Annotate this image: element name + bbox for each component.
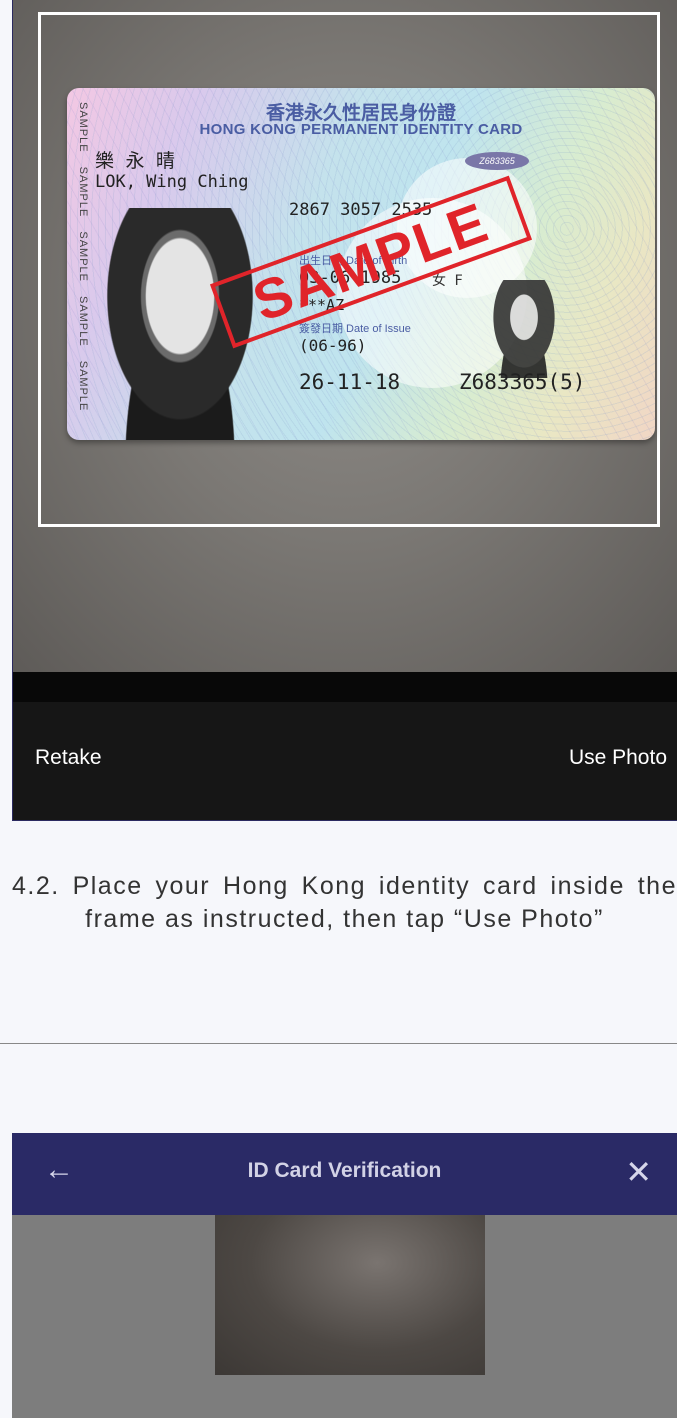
instruction-text: 4.2. Place your Hong Kong identity card … [12, 872, 677, 933]
camera-preview-box [215, 1215, 485, 1375]
camera-preview: 香港永久性居民身份證 HONG KONG PERMANENT IDENTITY … [13, 0, 677, 672]
verification-screenshot: ← ID Card Verification ✕ [12, 1133, 677, 1418]
holder-ghost-photo [487, 280, 561, 378]
photo-confirm-screenshot: 香港永久性居民身份證 HONG KONG PERMANENT IDENTITY … [12, 0, 677, 821]
section-divider [0, 1043, 677, 1044]
page-title: ID Card Verification [247, 1159, 442, 1182]
holder-name-chinese: 樂 永 晴 [95, 150, 175, 172]
photo-action-toolbar: Retake Use Photo [13, 702, 677, 820]
nav-bar: ← ID Card Verification ✕ [12, 1133, 677, 1215]
hkid-number: Z683365(5) [459, 370, 586, 394]
first-issue-date: (06-96) [299, 336, 367, 355]
card-chip-label: Z683365 [465, 152, 529, 170]
date-of-issue-label: 簽發日期 Date of Issue [299, 323, 411, 335]
camera-bottom-bar [13, 672, 677, 702]
retake-button[interactable]: Retake [35, 746, 102, 770]
date-of-issue: 26-11-18 [299, 370, 401, 394]
use-photo-button[interactable]: Use Photo [569, 746, 667, 770]
close-icon[interactable]: ✕ [625, 1153, 652, 1191]
id-card-image: 香港永久性居民身份證 HONG KONG PERMANENT IDENTITY … [67, 88, 655, 440]
side-sample-text: SAMPLE SAMPLE SAMPLE SAMPLE SAMPLE [77, 102, 89, 412]
camera-view [12, 1215, 677, 1418]
card-title-english: HONG KONG PERMANENT IDENTITY CARD [199, 121, 523, 138]
holder-name-english: LOK, Wing Ching [95, 172, 249, 192]
